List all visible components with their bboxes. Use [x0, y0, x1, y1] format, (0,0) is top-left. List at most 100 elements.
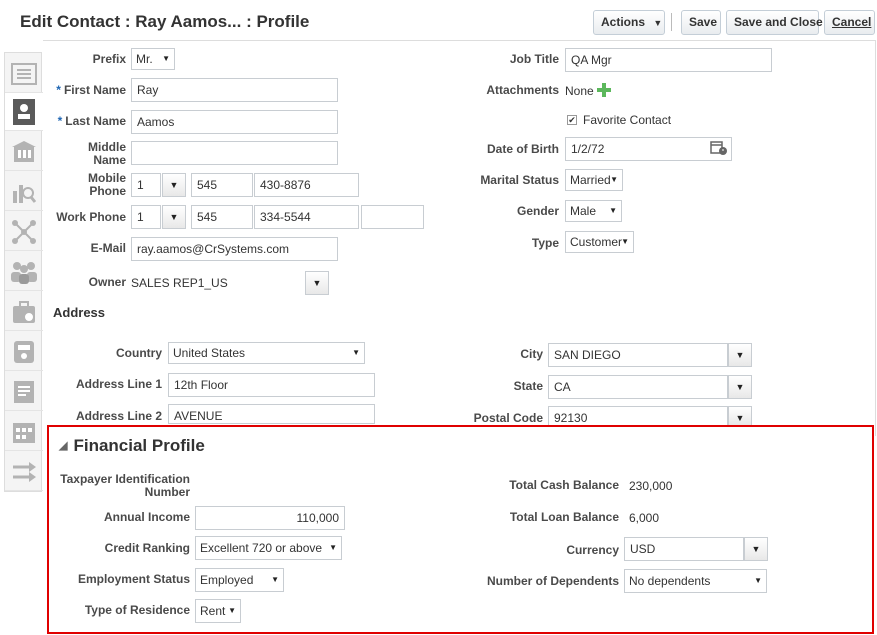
- owner-value: SALES REP1_US: [131, 276, 228, 290]
- first-name-input[interactable]: Ray: [131, 78, 338, 102]
- toolbar-divider: [671, 13, 672, 31]
- date-of-birth-label: Date of Birth: [487, 142, 559, 156]
- job-title-input[interactable]: QA Mgr: [565, 48, 772, 72]
- middle-name-label: Middle Name: [88, 140, 126, 167]
- country-value: United States: [173, 346, 246, 360]
- building-icon[interactable]: [5, 133, 43, 171]
- address-line-2-label: Address Line 2: [75, 409, 162, 423]
- caret-down-icon: ▼: [653, 18, 663, 28]
- address-line-1-label: Address Line 1: [75, 377, 162, 391]
- postal-code-dropdown-button[interactable]: ▼: [728, 406, 752, 426]
- city-dropdown-button[interactable]: ▼: [728, 343, 752, 367]
- country-select[interactable]: United States ▼: [168, 342, 365, 364]
- gender-select[interactable]: Male ▼: [565, 200, 622, 222]
- check-icon: ✔: [568, 115, 576, 125]
- save-button[interactable]: Save: [681, 10, 721, 35]
- network-icon[interactable]: [5, 213, 43, 251]
- work-phone-label: Work Phone: [56, 210, 126, 224]
- employment-status-label: Employment Status: [77, 572, 190, 586]
- attachments-label: Attachments: [486, 83, 559, 97]
- list-icon[interactable]: [5, 55, 43, 93]
- email-input[interactable]: ray.aamos@CrSystems.com: [131, 237, 338, 261]
- gender-value: Male: [570, 204, 597, 218]
- last-name-label-text: Last Name: [65, 114, 126, 128]
- annual-income-label: Annual Income: [103, 510, 190, 524]
- work-country-code-input[interactable]: 1: [131, 205, 161, 229]
- employment-status-select[interactable]: Employed ▼: [195, 568, 284, 592]
- search-chart-icon[interactable]: [5, 173, 43, 211]
- mobile-country-code-input[interactable]: 1: [131, 173, 161, 197]
- document-icon[interactable]: [5, 373, 43, 411]
- work-number-input[interactable]: 334-5544: [254, 205, 359, 229]
- address-line-2-input[interactable]: AVENUE: [168, 404, 375, 424]
- required-icon: *: [56, 83, 61, 97]
- collapse-triangle-icon[interactable]: ◢: [59, 440, 67, 452]
- credit-ranking-select[interactable]: Excellent 720 or above ▼: [195, 536, 342, 560]
- caret-down-icon: ▼: [228, 606, 236, 615]
- work-country-dropdown-button[interactable]: ▼: [162, 205, 186, 229]
- calendar-icon[interactable]: [5, 413, 43, 451]
- annual-income-input[interactable]: 110,000: [195, 506, 345, 530]
- prefix-value: Mr.: [136, 52, 153, 66]
- email-label: E-Mail: [90, 241, 126, 255]
- last-name-label: * Last Name: [50, 115, 126, 128]
- state-input[interactable]: CA: [548, 375, 728, 399]
- briefcase-icon[interactable]: [5, 293, 43, 331]
- calendar-picker-icon[interactable]: [710, 140, 728, 156]
- owner-dropdown-button[interactable]: ▼: [305, 271, 329, 295]
- financial-profile-title: Financial Profile: [73, 436, 205, 455]
- taxpayer-id-label: Taxpayer Identification Number: [60, 472, 190, 499]
- first-name-label-text: First Name: [63, 83, 126, 97]
- mobile-area-code-input[interactable]: 545: [191, 173, 253, 197]
- mobile-phone-label: Mobile Phone: [88, 171, 126, 198]
- currency-dropdown-button[interactable]: ▼: [744, 537, 768, 561]
- team-icon[interactable]: [5, 253, 43, 291]
- number-of-dependents-select[interactable]: No dependents ▼: [624, 569, 767, 593]
- caret-down-icon: ▼: [610, 175, 618, 184]
- total-cash-balance-label: Total Cash Balance: [509, 478, 619, 492]
- country-label: Country: [116, 346, 162, 360]
- number-of-dependents-value: No dependents: [629, 574, 711, 588]
- marital-status-value: Married: [570, 173, 611, 187]
- calculator-icon[interactable]: [5, 333, 43, 371]
- contact-card-icon[interactable]: [5, 93, 43, 131]
- save-and-close-button[interactable]: Save and Close: [726, 10, 823, 35]
- type-of-residence-select[interactable]: Rent ▼: [195, 599, 241, 623]
- caret-down-icon: ▼: [735, 382, 745, 392]
- attachments-value: None: [565, 84, 594, 98]
- city-input[interactable]: SAN DIEGO: [548, 343, 728, 367]
- caret-down-icon: ▼: [162, 54, 170, 63]
- caret-down-icon: ▼: [735, 413, 745, 423]
- transfer-icon[interactable]: [5, 453, 43, 491]
- page-title: Edit Contact : Ray Aamos... : Profile: [20, 12, 310, 31]
- currency-label: Currency: [566, 543, 619, 557]
- financial-profile-header[interactable]: ◢ Financial Profile: [59, 436, 205, 456]
- marital-status-select[interactable]: Married ▼: [565, 169, 623, 191]
- work-area-code-input[interactable]: 545: [191, 205, 253, 229]
- credit-ranking-label: Credit Ranking: [104, 541, 190, 555]
- caret-down-icon: ▼: [751, 544, 761, 554]
- middle-name-input[interactable]: [131, 141, 338, 165]
- mobile-country-dropdown-button[interactable]: ▼: [162, 173, 186, 197]
- mobile-number-input[interactable]: 430-8876: [254, 173, 359, 197]
- employment-status-value: Employed: [200, 573, 254, 587]
- address-line-1-input[interactable]: 12th Floor: [168, 373, 375, 397]
- type-select[interactable]: Customer ▼: [565, 231, 634, 253]
- caret-down-icon: ▼: [754, 576, 762, 585]
- caret-down-icon: ▼: [735, 350, 745, 360]
- work-extension-input[interactable]: [361, 205, 424, 229]
- prefix-label: Prefix: [92, 52, 126, 66]
- favorite-contact-checkbox[interactable]: ✔: [567, 115, 577, 125]
- currency-input[interactable]: USD: [624, 537, 744, 561]
- prefix-select[interactable]: Mr. ▼: [131, 48, 175, 70]
- postal-code-input[interactable]: 92130: [548, 406, 728, 426]
- caret-down-icon: ▼: [329, 543, 337, 552]
- actions-menu-button[interactable]: Actions ▼: [593, 10, 665, 35]
- caret-down-icon: ▼: [609, 206, 617, 215]
- date-of-birth-input[interactable]: 1/2/72: [565, 137, 732, 161]
- last-name-input[interactable]: Aamos: [131, 110, 338, 134]
- cancel-button[interactable]: Cancel: [824, 10, 875, 35]
- state-dropdown-button[interactable]: ▼: [728, 375, 752, 399]
- city-label: City: [520, 347, 543, 361]
- add-attachment-icon[interactable]: [597, 83, 611, 97]
